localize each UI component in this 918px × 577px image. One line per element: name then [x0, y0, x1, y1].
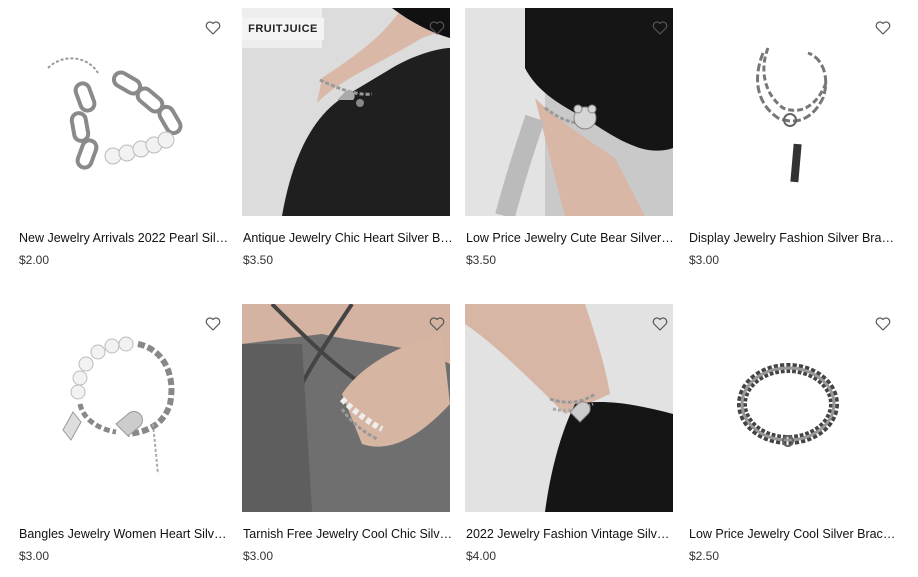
bracelet-heart-charm-image	[18, 304, 226, 512]
product-price: $3.00	[243, 549, 274, 563]
product-image[interactable]	[465, 8, 673, 216]
product-title[interactable]: Low Price Jewelry Cool Silver Bracelet	[689, 527, 899, 541]
product-price: $3.50	[243, 253, 274, 267]
product-image[interactable]	[242, 304, 450, 512]
bracelet-vintage-wrist-image	[465, 304, 673, 512]
bracelet-pearl-neck-image	[242, 304, 450, 512]
product-card[interactable]: 2022 Jewelry Fashion Vintage Silver Brac…	[465, 304, 676, 563]
product-image[interactable]	[465, 304, 673, 512]
heart-outline-icon[interactable]	[428, 315, 446, 333]
product-title[interactable]: Bangles Jewelry Women Heart Silver Brace…	[19, 527, 229, 541]
product-card[interactable]: Display Jewelry Fashion Silver Bracelet …	[688, 8, 899, 267]
product-title[interactable]: Low Price Jewelry Cute Bear Silver Brace…	[466, 231, 676, 245]
heart-outline-icon[interactable]	[874, 19, 892, 37]
product-title[interactable]: New Jewelry Arrivals 2022 Pearl Silver B…	[19, 231, 229, 245]
bracelet-pearl-image	[18, 8, 226, 216]
bracelet-bear-wrist-image	[465, 8, 673, 216]
product-title[interactable]: Tarnish Free Jewelry Cool Chic Silver Br…	[243, 527, 453, 541]
product-card[interactable]: FRUITJUICE Antique Jewelry Chic Heart Si…	[242, 8, 453, 267]
product-image[interactable]: FRUITJUICE	[242, 8, 450, 216]
product-title[interactable]: Antique Jewelry Chic Heart Silver Bracel…	[243, 231, 453, 245]
heart-outline-icon[interactable]	[204, 315, 222, 333]
product-card[interactable]: Tarnish Free Jewelry Cool Chic Silver Br…	[242, 304, 453, 563]
product-price: $2.00	[19, 253, 50, 267]
product-price: $3.00	[19, 549, 50, 563]
product-image[interactable]	[18, 304, 226, 512]
product-card[interactable]: New Jewelry Arrivals 2022 Pearl Silver B…	[18, 8, 229, 267]
product-title[interactable]: Display Jewelry Fashion Silver Bracelet	[689, 231, 899, 245]
product-price: $3.50	[466, 253, 497, 267]
product-price: $2.50	[689, 549, 720, 563]
product-title[interactable]: 2022 Jewelry Fashion Vintage Silver Brac…	[466, 527, 676, 541]
heart-outline-icon[interactable]	[428, 19, 446, 37]
product-price: $4.00	[466, 549, 497, 563]
product-card[interactable]: Low Price Jewelry Cool Silver Bracelet $…	[688, 304, 899, 563]
product-image[interactable]	[688, 304, 896, 512]
product-image[interactable]	[688, 8, 896, 216]
product-card[interactable]: Bangles Jewelry Women Heart Silver Brace…	[18, 304, 229, 563]
product-card[interactable]: Low Price Jewelry Cute Bear Silver Brace…	[465, 8, 676, 267]
heart-outline-icon[interactable]	[204, 19, 222, 37]
heart-outline-icon[interactable]	[651, 315, 669, 333]
bracelet-chain-image	[688, 304, 896, 512]
bracelet-tag-image	[688, 8, 896, 216]
heart-outline-icon[interactable]	[651, 19, 669, 37]
product-price: $3.00	[689, 253, 720, 267]
heart-outline-icon[interactable]	[874, 315, 892, 333]
brand-logo: FRUITJUICE	[242, 18, 324, 40]
product-image[interactable]	[18, 8, 226, 216]
